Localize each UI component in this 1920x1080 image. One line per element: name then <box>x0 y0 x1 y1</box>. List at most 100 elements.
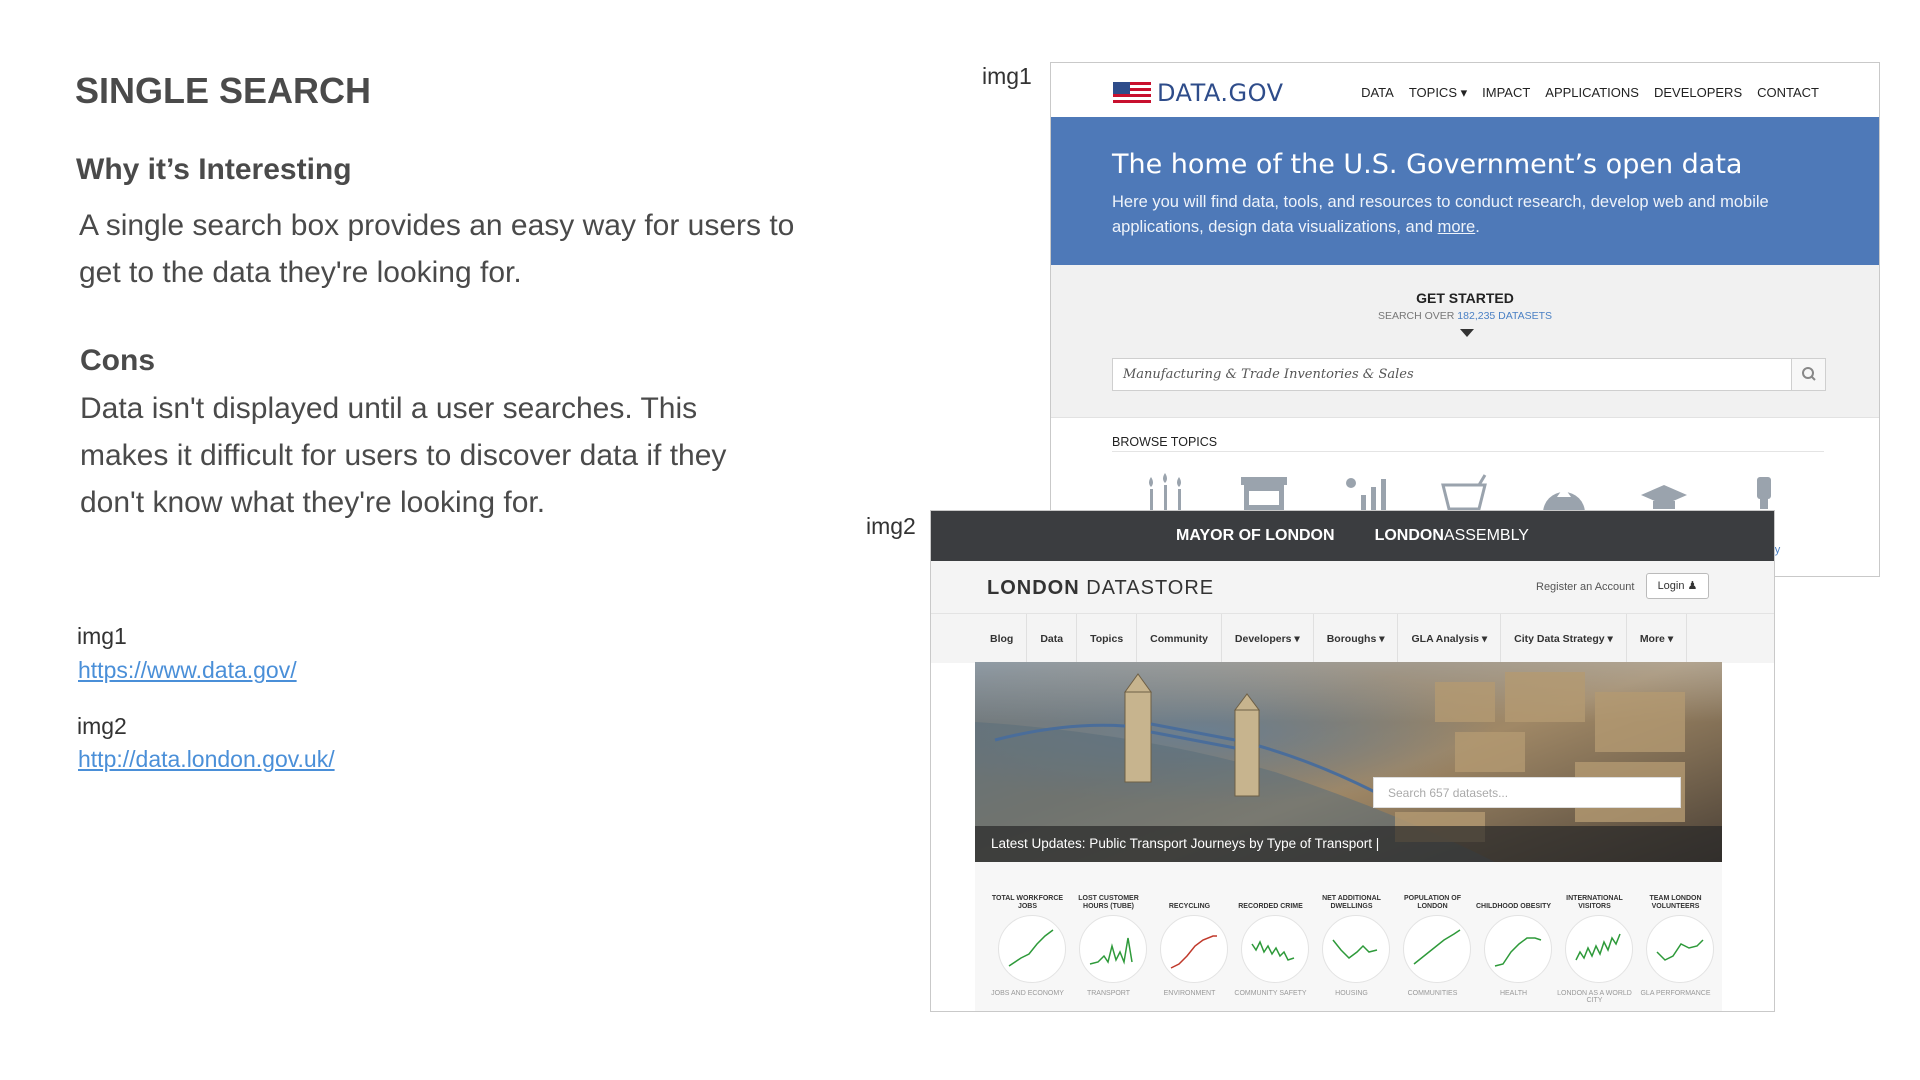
divider <box>1112 451 1824 452</box>
kpi-category: COMMUNITIES <box>1407 990 1458 997</box>
kpi-tile[interactable]: TOTAL WORKFORCE JOBS JOBS AND ECONOMY <box>987 862 1068 1011</box>
kpi-title: TOTAL WORKFORCE JOBS <box>991 895 1064 910</box>
agriculture-icon[interactable] <box>1139 473 1189 513</box>
kpi-category: HOUSING <box>1335 990 1368 997</box>
nav-more[interactable]: More ▾ <box>1627 613 1688 664</box>
datagov-nav-applications[interactable]: APPLICATIONS <box>1545 85 1639 101</box>
nav-community[interactable]: Community <box>1137 613 1222 664</box>
kpi-title: RECYCLING <box>1168 903 1211 910</box>
dataset-count-line: SEARCH OVER 182,235 DATASETS <box>1051 310 1879 322</box>
kpi-title: RECORDED CRIME <box>1238 903 1303 910</box>
kpi-tile[interactable]: INTERNATIONAL VISITORS LONDON AS A WORLD … <box>1554 862 1635 1011</box>
london-datastore-screenshot: MAYOR OF LONDON LONDONASSEMBLY LONDON DA… <box>930 510 1775 1012</box>
kpi-tile[interactable]: LOST CUSTOMER HOURS (TUBE) TRANSPORT <box>1068 862 1149 1011</box>
mayor-of-london-link[interactable]: MAYOR OF LONDON <box>1176 527 1335 545</box>
get-started-heading: GET STARTED <box>1416 290 1514 306</box>
kpi-sparkline[interactable] <box>1565 915 1633 983</box>
education-icon[interactable] <box>1639 473 1689 513</box>
img2-tag: img2 <box>866 513 916 539</box>
dataset-count-link[interactable]: 182,235 DATASETS <box>1457 310 1552 322</box>
caret-down-icon <box>1460 329 1474 337</box>
datagov-screenshot: DATA.GOV DATA TOPICS ▾ IMPACT APPLICATIO… <box>1050 62 1880 577</box>
ref-label-img2: img2 <box>77 713 127 739</box>
img1-tag: img1 <box>982 63 1032 89</box>
kpi-category: JOBS AND ECONOMY <box>991 990 1064 997</box>
climate-icon[interactable] <box>1339 473 1389 513</box>
datagov-nav-data[interactable]: DATA <box>1361 85 1394 101</box>
ref-label-img1: img1 <box>77 623 127 649</box>
user-icon: ♟ <box>1687 580 1698 592</box>
kpi-tile[interactable]: POPULATION OF LONDON COMMUNITIES <box>1392 862 1473 1011</box>
why-heading: Why it’s Interesting <box>76 153 352 186</box>
london-search-input[interactable]: Search 657 datasets... <box>1373 777 1681 808</box>
kpi-tile[interactable]: NET ADDITIONAL DWELLINGS HOUSING <box>1311 862 1392 1011</box>
kpi-title: POPULATION OF LONDON <box>1403 895 1462 910</box>
us-flag-icon <box>1113 82 1151 104</box>
kpi-sparkline[interactable] <box>998 915 1066 983</box>
nav-boroughs[interactable]: Boroughs ▾ <box>1314 613 1399 664</box>
login-button[interactable]: Login ♟ <box>1646 573 1709 599</box>
cons-text: Data isn't displayed until a user search… <box>80 392 727 519</box>
slide-title: SINGLE SEARCH <box>75 70 372 111</box>
datagov-logo-text: DATA.GOV <box>1157 79 1284 107</box>
london-assembly-link[interactable]: LONDONASSEMBLY <box>1375 527 1529 545</box>
london-datastore-logo[interactable]: LONDON DATASTORE <box>987 577 1214 600</box>
datagov-search-button[interactable] <box>1791 359 1825 390</box>
kpi-sparkline[interactable] <box>1484 915 1552 983</box>
nav-city-data-strategy[interactable]: City Data Strategy ▾ <box>1501 613 1627 664</box>
datagov-hero-subtitle: Here you will find data, tools, and reso… <box>1112 193 1769 236</box>
kpi-category: TRANSPORT <box>1086 990 1131 997</box>
nav-developers[interactable]: Developers ▾ <box>1222 613 1314 664</box>
why-text: A single search box provides an easy way… <box>79 209 795 289</box>
kpi-category: HEALTH <box>1499 990 1528 997</box>
kpi-title: LOST CUSTOMER HOURS (TUBE) <box>1078 895 1139 910</box>
kpi-sparkline[interactable] <box>1322 915 1390 983</box>
ecosystems-icon[interactable] <box>1539 473 1589 513</box>
kpi-category: GLA PERFORMANCE <box>1640 990 1711 997</box>
datagov-search-value: Manufacturing & Trade Inventories & Sale… <box>1123 367 1414 382</box>
datagov-header: DATA.GOV DATA TOPICS ▾ IMPACT APPLICATIO… <box>1051 63 1879 117</box>
kpi-tile[interactable]: RECYCLING ENVIRONMENT <box>1149 862 1230 1011</box>
datagov-nav: DATA TOPICS ▾ IMPACT APPLICATIONS DEVELO… <box>1361 85 1819 101</box>
kpi-category: LONDON AS A WORLD CITY <box>1557 990 1632 1004</box>
nav-blog[interactable]: Blog <box>977 613 1028 664</box>
nav-topics[interactable]: Topics <box>1077 613 1138 664</box>
london-search-placeholder: Search 657 datasets... <box>1388 786 1509 800</box>
search-icon <box>1802 367 1816 381</box>
kpi-category: COMMUNITY SAFETY <box>1234 990 1307 997</box>
ref-link-img2[interactable]: http://data.london.gov.uk/ <box>78 746 335 773</box>
kpi-category: ENVIRONMENT <box>1163 990 1216 997</box>
datagov-nav-developers[interactable]: DEVELOPERS <box>1654 85 1742 101</box>
cons-heading: Cons <box>80 344 155 377</box>
nav-gla-analysis[interactable]: GLA Analysis ▾ <box>1398 613 1502 664</box>
datagov-nav-topics[interactable]: TOPICS ▾ <box>1409 85 1467 101</box>
london-hero-image: Search 657 datasets... Latest Updates: P… <box>975 662 1722 862</box>
london-topbar: MAYOR OF LONDON LONDONASSEMBLY <box>931 511 1774 561</box>
datagov-hero-title: The home of the U.S. Government’s open d… <box>1112 149 1743 180</box>
datagov-logo[interactable]: DATA.GOV <box>1113 79 1284 107</box>
register-link[interactable]: Register an Account <box>1536 581 1634 593</box>
datagov-nav-impact[interactable]: IMPACT <box>1482 85 1530 101</box>
datagov-search-input[interactable]: Manufacturing & Trade Inventories & Sale… <box>1112 358 1826 391</box>
business-icon[interactable] <box>1239 473 1289 513</box>
kpi-title: INTERNATIONAL VISITORS <box>1566 895 1623 910</box>
datagov-nav-contact[interactable]: CONTACT <box>1757 85 1819 101</box>
latest-updates-text[interactable]: Latest Updates: Public Transport Journey… <box>991 836 1379 851</box>
kpi-sparkline[interactable] <box>1241 915 1309 983</box>
latest-updates-bar: Latest Updates: Public Transport Journey… <box>975 826 1722 862</box>
kpi-title: CHILDHOOD OBESITY <box>1475 903 1552 910</box>
kpi-sparkline[interactable] <box>1160 915 1228 983</box>
kpi-title: TEAM LONDON VOLUNTEERS <box>1649 895 1702 910</box>
kpi-sparkline[interactable] <box>1079 915 1147 983</box>
ref-link-img1[interactable]: https://www.data.gov/ <box>78 657 297 684</box>
kpi-sparkline[interactable] <box>1646 915 1714 983</box>
kpi-tile[interactable]: CHILDHOOD OBESITY HEALTH <box>1473 862 1554 1011</box>
kpi-title: NET ADDITIONAL DWELLINGS <box>1322 895 1381 910</box>
consumer-icon[interactable] <box>1439 473 1489 513</box>
kpi-sparkline[interactable] <box>1403 915 1471 983</box>
datagov-more-link[interactable]: more <box>1438 218 1476 236</box>
kpi-tile[interactable]: TEAM LONDON VOLUNTEERS GLA PERFORMANCE <box>1635 862 1716 1011</box>
kpi-tile[interactable]: RECORDED CRIME COMMUNITY SAFETY <box>1230 862 1311 1011</box>
energy-icon[interactable] <box>1739 473 1789 513</box>
nav-data[interactable]: Data <box>1027 613 1078 664</box>
